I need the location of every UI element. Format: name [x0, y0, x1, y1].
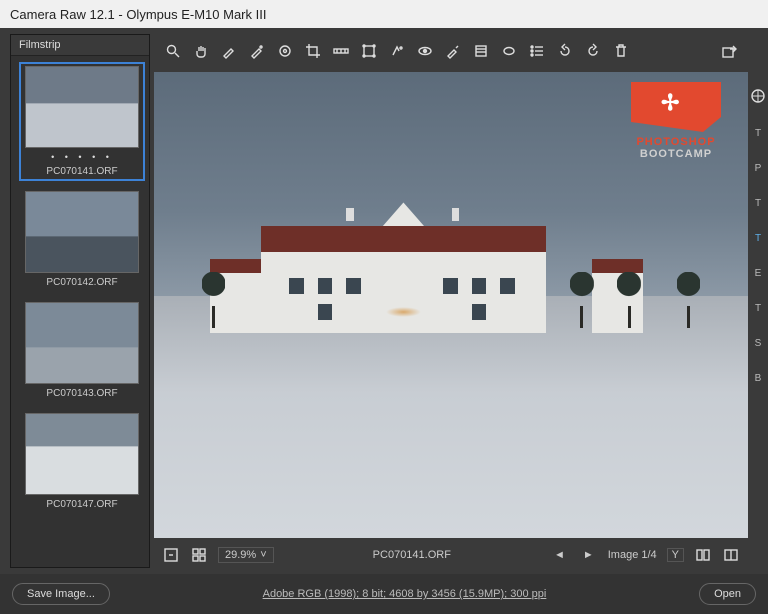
- trash-icon[interactable]: [612, 42, 630, 60]
- target-adjust-icon[interactable]: [276, 42, 294, 60]
- graduated-filter-icon[interactable]: [472, 42, 490, 60]
- thumbnail-image: [25, 413, 139, 495]
- filmstrip-thumb[interactable]: • • • • • PC070141.ORF: [19, 62, 145, 181]
- next-image-button[interactable]: ►: [579, 549, 598, 561]
- filmstrip-thumb[interactable]: PC070147.ORF: [19, 409, 145, 514]
- panel-tab[interactable]: T: [755, 198, 761, 209]
- crop-tool-icon[interactable]: [304, 42, 322, 60]
- compare-split-icon[interactable]: [694, 546, 712, 564]
- panel-tab[interactable]: S: [755, 338, 762, 349]
- image-counter: Image 1/4: [608, 549, 657, 561]
- list-detail-icon[interactable]: [528, 42, 546, 60]
- spot-removal-icon[interactable]: [388, 42, 406, 60]
- save-image-button[interactable]: Save Image...: [12, 583, 110, 605]
- histogram-toggle-icon[interactable]: [750, 88, 766, 104]
- filmstrip-thumb[interactable]: PC070142.ORF: [19, 187, 145, 292]
- export-icon[interactable]: [720, 42, 738, 60]
- zoom-value: 29.9%: [225, 549, 256, 561]
- panel-tab[interactable]: T: [755, 128, 761, 139]
- rating-dots: • • • • •: [51, 152, 113, 162]
- grid-toggle-icon[interactable]: [190, 546, 208, 564]
- filmstrip-heading: Filmstrip: [11, 35, 149, 56]
- panel-tab[interactable]: E: [755, 268, 762, 279]
- white-balance-icon[interactable]: [220, 42, 238, 60]
- thumbnail-label: PC070142.ORF: [46, 277, 117, 288]
- transform-icon[interactable]: [360, 42, 378, 60]
- image-viewer[interactable]: ✢ PHOTOSHOP BOOTCAMP: [154, 72, 748, 538]
- panel-tab[interactable]: T: [755, 303, 761, 314]
- preview-image: ✢ PHOTOSHOP BOOTCAMP: [154, 72, 748, 538]
- filmstrip-body: • • • • • PC070141.ORF PC070142.ORF PC07…: [11, 56, 149, 567]
- watermark-logo: ✢ PHOTOSHOP BOOTCAMP: [616, 82, 736, 160]
- panel-tab[interactable]: P: [755, 163, 762, 174]
- zoom-level[interactable]: 29.9% ˅: [218, 547, 274, 563]
- panel-tab[interactable]: T: [755, 233, 761, 244]
- thumbnail-image: [25, 66, 139, 148]
- rotate-cw-icon[interactable]: [584, 42, 602, 60]
- watermark-line2: BOOTCAMP: [616, 148, 736, 160]
- zoom-tool-icon[interactable]: [164, 42, 182, 60]
- workspace: Filmstrip • • • • • PC070141.ORF PC07014…: [0, 28, 768, 574]
- filmstrip-panel: Filmstrip • • • • • PC070141.ORF PC07014…: [10, 34, 150, 568]
- adjust-brush-icon[interactable]: [444, 42, 462, 60]
- straighten-icon[interactable]: [332, 42, 350, 60]
- thumbnail-image: [25, 302, 139, 384]
- radial-filter-icon[interactable]: [500, 42, 518, 60]
- fit-view-icon[interactable]: [162, 546, 180, 564]
- hand-tool-icon[interactable]: [192, 42, 210, 60]
- toolbar: [154, 34, 748, 68]
- right-panel-edge: T P T T E T S B: [748, 28, 768, 574]
- before-after-toggle[interactable]: Y: [667, 548, 684, 562]
- chevron-down-icon: ˅: [260, 549, 266, 561]
- app-title: Camera Raw 12.1 - Olympus E-M10 Mark III: [10, 7, 266, 22]
- thumbnail-image: [25, 191, 139, 273]
- color-sampler-icon[interactable]: [248, 42, 266, 60]
- title-bar: Camera Raw 12.1 - Olympus E-M10 Mark III: [0, 0, 768, 28]
- center-pane: ✢ PHOTOSHOP BOOTCAMP 29.9% ˅ PC070141.OR…: [154, 34, 748, 568]
- filmstrip-thumb[interactable]: PC070143.ORF: [19, 298, 145, 403]
- compare-swap-icon[interactable]: [722, 546, 740, 564]
- prev-image-button[interactable]: ◄: [550, 549, 569, 561]
- footer-bar: Save Image... Adobe RGB (1998); 8 bit; 4…: [0, 574, 768, 614]
- thumbnail-label: PC070143.ORF: [46, 388, 117, 399]
- current-filename: PC070141.ORF: [373, 549, 451, 561]
- image-info-link[interactable]: Adobe RGB (1998); 8 bit; 4608 by 3456 (1…: [263, 588, 547, 600]
- thumbnail-label: PC070141.ORF: [46, 166, 117, 177]
- open-button[interactable]: Open: [699, 583, 756, 605]
- watermark-line1: PHOTOSHOP: [616, 136, 736, 148]
- redeye-icon[interactable]: [416, 42, 434, 60]
- status-bar: 29.9% ˅ PC070141.ORF ◄ ► Image 1/4 Y: [154, 542, 748, 568]
- panel-tab[interactable]: B: [755, 373, 762, 384]
- thumbnail-label: PC070147.ORF: [46, 499, 117, 510]
- rotate-ccw-icon[interactable]: [556, 42, 574, 60]
